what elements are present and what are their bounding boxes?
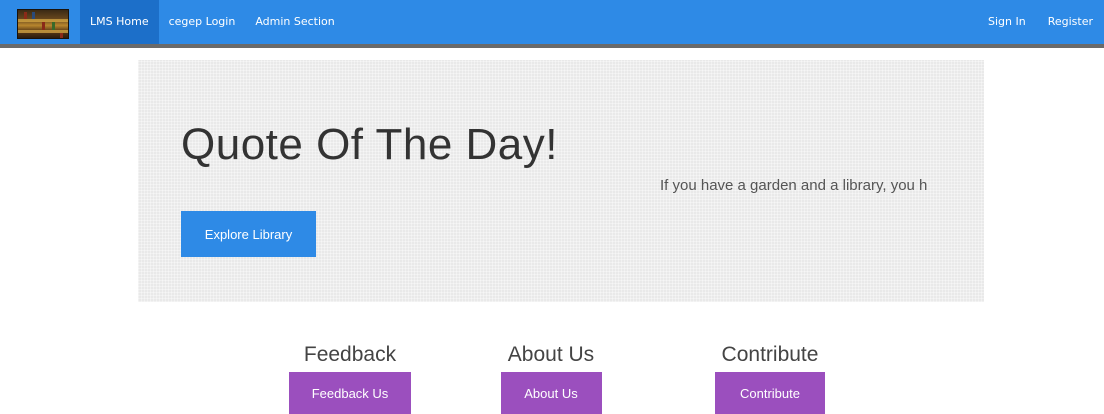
nav-admin-section[interactable]: Admin Section — [245, 0, 344, 44]
nav-cegep-login[interactable]: cegep Login — [159, 0, 246, 44]
feedback-us-button[interactable]: Feedback Us — [289, 372, 411, 414]
contribute-card: Contribute Contribute — [710, 340, 830, 414]
page-title: Quote Of The Day! — [181, 120, 558, 169]
nav-register[interactable]: Register — [1037, 0, 1104, 44]
about-us-title: About Us — [507, 343, 595, 366]
explore-library-button[interactable]: Explore Library — [181, 211, 316, 257]
feedback-card: Feedback Feedback Us — [289, 340, 411, 414]
contribute-title: Contribute — [721, 343, 819, 366]
about-us-card: About Us About Us — [491, 340, 611, 414]
quote-jumbotron: Quote Of The Day! If you have a garden a… — [138, 60, 984, 302]
nav-lms-home[interactable]: LMS Home — [80, 0, 159, 44]
quote-text: If you have a garden and a library, you … — [660, 177, 928, 194]
library-logo[interactable] — [17, 9, 69, 39]
nav-right-group: Sign In Register — [977, 0, 1104, 44]
nav-sign-in[interactable]: Sign In — [977, 0, 1037, 44]
contribute-button[interactable]: Contribute — [715, 372, 825, 414]
feedback-title: Feedback — [303, 343, 397, 366]
about-us-button[interactable]: About Us — [500, 372, 602, 414]
nav-left-group: LMS Home cegep Login Admin Section — [80, 0, 345, 44]
quote-marquee: If you have a garden and a library, you … — [660, 174, 946, 198]
top-navbar: LMS Home cegep Login Admin Section Sign … — [0, 0, 1104, 48]
